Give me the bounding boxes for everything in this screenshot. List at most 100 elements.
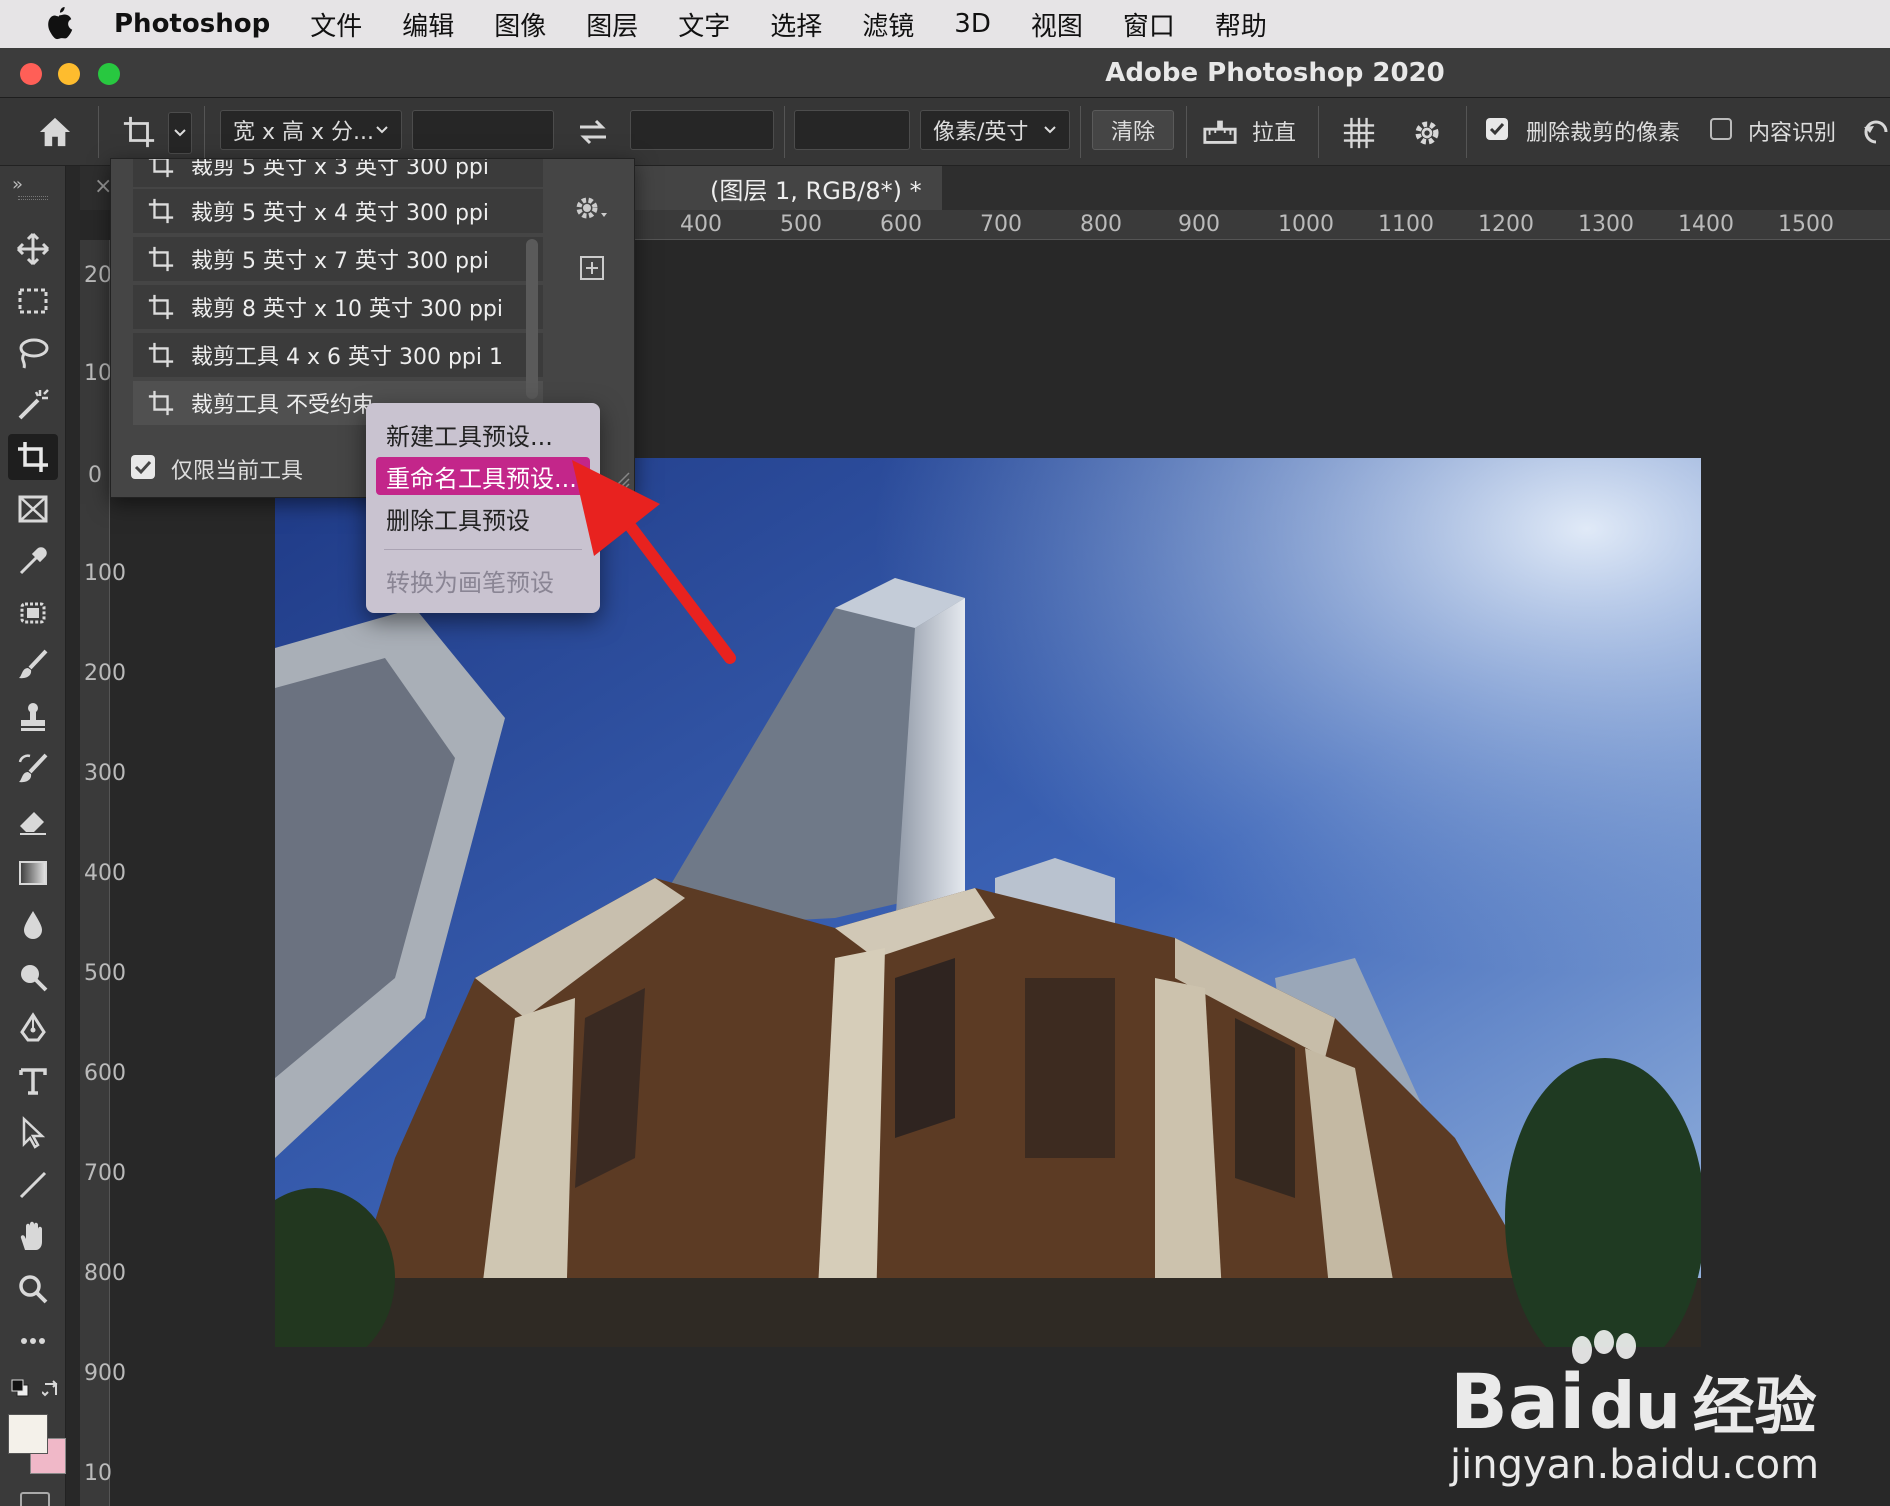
ruler-h-label: 900 bbox=[1178, 212, 1220, 237]
ruler-v-label: 100 bbox=[84, 561, 126, 586]
crop-icon bbox=[141, 383, 181, 423]
window-titlebar: Adobe Photoshop 2020 bbox=[0, 48, 1890, 98]
tools-panel: » bbox=[0, 166, 66, 1506]
grid-overlay-icon[interactable] bbox=[1336, 112, 1382, 154]
menu-item-delete-preset[interactable]: 删除工具预设 bbox=[376, 499, 590, 537]
swap-colors-icon[interactable] bbox=[41, 1378, 62, 1398]
resolution-field[interactable] bbox=[794, 110, 910, 150]
default-colors-icon[interactable] bbox=[10, 1378, 30, 1398]
content-aware-checkbox[interactable] bbox=[1710, 118, 1732, 140]
line-tool-icon[interactable] bbox=[8, 1162, 58, 1208]
menu-window[interactable]: 窗口 bbox=[1123, 6, 1175, 43]
new-preset-icon[interactable] bbox=[579, 255, 605, 281]
dodge-tool-icon[interactable] bbox=[8, 954, 58, 1000]
delete-cropped-checkbox[interactable] bbox=[1486, 118, 1508, 140]
magic-wand-tool-icon[interactable] bbox=[8, 382, 58, 428]
pen-tool-icon[interactable] bbox=[8, 1006, 58, 1052]
marquee-tool-icon[interactable] bbox=[8, 278, 58, 324]
unit-select[interactable]: 像素/英寸 bbox=[920, 110, 1070, 150]
mac-menubar: Photoshop 文件 编辑 图像 图层 文字 选择 滤镜 3D 视图 窗口 … bbox=[0, 0, 1890, 48]
clear-button-label: 清除 bbox=[1110, 120, 1155, 145]
crop-tool-icon[interactable] bbox=[8, 434, 58, 480]
content-aware-label: 内容识别 bbox=[1748, 121, 1837, 146]
move-tool-icon[interactable] bbox=[8, 226, 58, 272]
panel-grip[interactable] bbox=[18, 196, 48, 200]
menu-item-label: 新建工具预设... bbox=[386, 422, 553, 451]
menu-edit[interactable]: 编辑 bbox=[402, 6, 454, 43]
ruler-h-label: 1500 bbox=[1778, 212, 1834, 237]
gradient-tool-icon[interactable] bbox=[8, 850, 58, 896]
menu-select[interactable]: 选择 bbox=[770, 6, 822, 43]
eyedropper-tool-icon[interactable] bbox=[8, 538, 58, 584]
preset-item-label: 裁剪工具 不受约束 bbox=[191, 393, 374, 418]
panel-settings-gear-icon[interactable] bbox=[573, 193, 613, 223]
gear-icon[interactable] bbox=[1404, 112, 1450, 154]
preset-item[interactable]: 裁剪 5 英寸 x 4 英寸 300 ppi bbox=[133, 189, 543, 233]
healing-brush-tool-icon[interactable] bbox=[8, 590, 58, 636]
ruler-h-label: 1300 bbox=[1578, 212, 1634, 237]
straighten-icon[interactable] bbox=[1198, 112, 1242, 152]
width-field[interactable] bbox=[412, 110, 554, 150]
delete-cropped-label: 删除裁剪的像素 bbox=[1526, 121, 1681, 146]
ratio-select[interactable]: 宽 x 高 x 分... bbox=[220, 110, 402, 150]
preset-item[interactable]: 裁剪工具 4 x 6 英寸 300 ppi 1 bbox=[133, 333, 543, 377]
type-tool-icon[interactable] bbox=[8, 1058, 58, 1104]
current-tool-only-checkbox[interactable] bbox=[131, 455, 155, 479]
frame-tool-icon[interactable] bbox=[8, 486, 58, 532]
preset-picker-chevron-down-icon[interactable] bbox=[168, 112, 192, 154]
ruler-v-label: 700 bbox=[84, 1161, 126, 1186]
menu-item-label: 转换为画笔预设 bbox=[386, 568, 554, 597]
menu-item-new-preset[interactable]: 新建工具预设... bbox=[376, 415, 590, 453]
crop-icon bbox=[141, 335, 181, 375]
ruler-h-label: 1400 bbox=[1678, 212, 1734, 237]
quick-mask-icon[interactable] bbox=[20, 1492, 50, 1506]
menu-view[interactable]: 视图 bbox=[1031, 6, 1083, 43]
menu-image[interactable]: 图像 bbox=[494, 6, 546, 43]
collapse-panel-icon[interactable]: » bbox=[12, 174, 23, 195]
window-title: Adobe Photoshop 2020 bbox=[1105, 58, 1445, 88]
menu-3d[interactable]: 3D bbox=[954, 9, 991, 39]
ruler-v-label: 200 bbox=[84, 661, 126, 686]
more-tools-icon[interactable] bbox=[8, 1318, 58, 1364]
zoom-tool-icon[interactable] bbox=[8, 1266, 58, 1312]
blur-tool-icon[interactable] bbox=[8, 902, 58, 948]
reset-icon[interactable] bbox=[1862, 116, 1890, 148]
menu-help[interactable]: 帮助 bbox=[1215, 6, 1267, 43]
history-brush-tool-icon[interactable] bbox=[8, 746, 58, 792]
preset-item-label: 裁剪 8 英寸 x 10 英寸 300 ppi bbox=[191, 297, 503, 322]
vertical-ruler: 200 100 0 100 200 300 400 500 600 700 80… bbox=[80, 240, 126, 1506]
menu-filter[interactable]: 滤镜 bbox=[862, 6, 914, 43]
brush-tool-icon[interactable] bbox=[8, 642, 58, 688]
ruler-h-label: 700 bbox=[980, 212, 1022, 237]
menu-item-rename-preset[interactable]: 重命名工具预设... bbox=[376, 457, 590, 495]
clear-button[interactable]: 清除 bbox=[1092, 110, 1174, 150]
apple-icon[interactable] bbox=[40, 5, 78, 43]
ruler-v-label: 10 bbox=[84, 1461, 112, 1486]
menu-layer[interactable]: 图层 bbox=[586, 6, 638, 43]
preset-item-label: 裁剪 5 英寸 x 7 英寸 300 ppi bbox=[191, 249, 489, 274]
preset-item[interactable]: 裁剪 5 英寸 x 7 英寸 300 ppi bbox=[133, 237, 543, 281]
menu-app-photoshop[interactable]: Photoshop bbox=[114, 9, 270, 39]
preset-item[interactable]: 裁剪 5 英寸 x 3 英寸 300 ppi bbox=[133, 159, 543, 187]
lasso-tool-icon[interactable] bbox=[8, 330, 58, 376]
swap-icon[interactable] bbox=[574, 114, 612, 150]
height-field[interactable] bbox=[630, 110, 774, 150]
preset-list-scrollbar[interactable] bbox=[526, 239, 538, 399]
ruler-v-label: 0 bbox=[88, 463, 102, 488]
path-selection-tool-icon[interactable] bbox=[8, 1110, 58, 1156]
preset-item[interactable]: 裁剪 8 英寸 x 10 英寸 300 ppi bbox=[133, 285, 543, 329]
home-icon[interactable] bbox=[34, 112, 76, 152]
straighten-label[interactable]: 拉直 bbox=[1252, 115, 1296, 147]
ruler-v-label: 900 bbox=[84, 1361, 126, 1386]
watermark-brand-cn: 经验 bbox=[1692, 1370, 1817, 1443]
eraser-tool-icon[interactable] bbox=[8, 798, 58, 844]
clone-stamp-tool-icon[interactable] bbox=[8, 694, 58, 740]
ruler-h-label: 400 bbox=[680, 212, 722, 237]
menu-type[interactable]: 文字 bbox=[678, 6, 730, 43]
hand-tool-icon[interactable] bbox=[8, 1214, 58, 1260]
foreground-color-swatch[interactable] bbox=[8, 1414, 48, 1454]
crop-tool-preset-icon[interactable] bbox=[116, 110, 162, 154]
ruler-v-label: 400 bbox=[84, 861, 126, 886]
menu-file[interactable]: 文件 bbox=[310, 6, 362, 43]
baidu-jingyan-watermark: Bai du 经验 jingyan.baidu.com bbox=[1450, 1330, 1870, 1490]
